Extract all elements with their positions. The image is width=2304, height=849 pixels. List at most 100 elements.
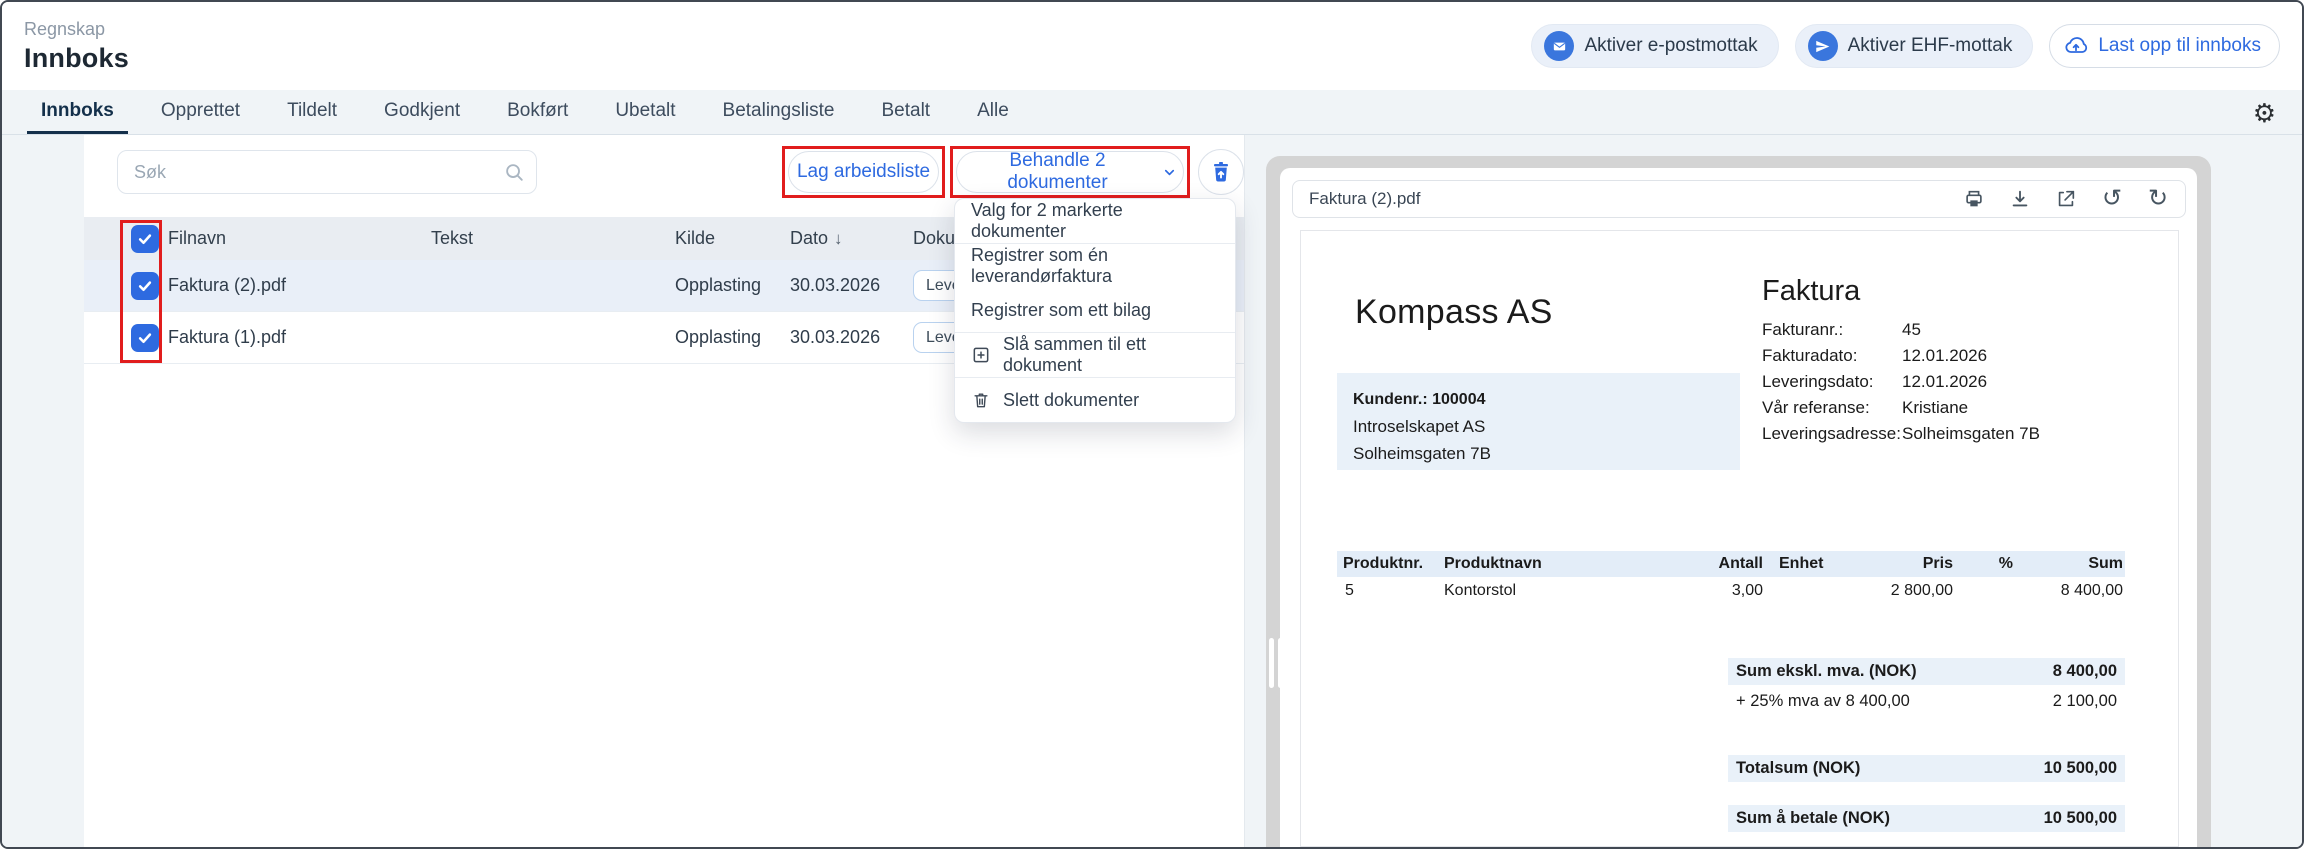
tab-bokfort[interactable]: Bokført — [493, 90, 582, 134]
menu-item-merge-documents[interactable]: Slå sammen til ett dokument — [955, 333, 1235, 377]
row-kilde: Opplasting — [675, 275, 790, 296]
app-window: Regnskap Innboks Aktiver e-postmottak Ak… — [0, 0, 2304, 849]
field-value: Solheimsgaten 7B — [1902, 424, 2040, 443]
process-documents-button[interactable]: Behandle 2 dokumenter — [956, 151, 1184, 193]
amount-due-row: Sum å betale (NOK) 10 500,00 — [1728, 805, 2125, 832]
select-all-checkbox[interactable] — [131, 225, 159, 253]
upload-to-inbox-button[interactable]: Last opp til innboks — [2049, 24, 2280, 68]
col-produktnavn: Produktnavn — [1442, 555, 1665, 573]
field-value: Kristiane — [1902, 398, 1968, 417]
send-icon — [1808, 31, 1838, 61]
invoice-field: Fakturadato:12.01.2026 — [1762, 343, 2040, 369]
tab-bar: Innboks Opprettet Tildelt Godkjent Bokfø… — [2, 90, 2302, 135]
rotate-right-icon[interactable]: ↻ — [2147, 188, 2169, 210]
total-sum-row: Totalsum (NOK) 10 500,00 — [1728, 755, 2125, 782]
breadcrumb: Regnskap — [24, 19, 129, 40]
process-documents-label: Behandle 2 dokumenter — [963, 150, 1152, 194]
item-sum: 8 400,00 — [2015, 582, 2125, 600]
tab-godkjent[interactable]: Godkjent — [370, 90, 474, 134]
invoice-field: Fakturanr.:45 — [1762, 317, 2040, 343]
col-header-dato-label: Dato — [790, 228, 828, 249]
row-checkbox[interactable] — [131, 272, 159, 300]
process-documents-dropdown: Valg for 2 markerte dokumenter Registrer… — [954, 198, 1236, 423]
tab-opprettet[interactable]: Opprettet — [147, 90, 254, 134]
tab-tildelt[interactable]: Tildelt — [273, 90, 351, 134]
tab-innboks[interactable]: Innboks — [27, 90, 128, 134]
activate-ehf-label: Aktiver EHF-mottak — [1848, 35, 2013, 57]
gear-icon[interactable]: ⚙ — [2253, 96, 2276, 130]
activate-ehf-button[interactable]: Aktiver EHF-mottak — [1795, 24, 2034, 68]
row-dato: 30.03.2026 — [790, 275, 913, 296]
vat-value: 2 100,00 — [2053, 692, 2117, 711]
header-actions: Aktiver e-postmottak Aktiver EHF-mottak … — [1531, 24, 2280, 68]
upload-to-inbox-label: Last opp til innboks — [2098, 35, 2261, 57]
pdf-preview-container: Faktura (2).pdf ↺ ↻ — [1266, 156, 2211, 847]
row-dato: 30.03.2026 — [790, 327, 913, 348]
col-pris: Pris — [1855, 555, 1955, 573]
field-label: Leveringsdato: — [1762, 369, 1902, 395]
col-header-dato[interactable]: Dato ↓ — [790, 228, 913, 249]
tab-ubetalt[interactable]: Ubetalt — [601, 90, 689, 134]
download-icon[interactable] — [2009, 188, 2031, 210]
pdf-file-name: Faktura (2).pdf — [1309, 189, 1421, 209]
menu-item-register-invoice[interactable]: Registrer som én leverandørfaktura — [955, 244, 1235, 288]
print-icon[interactable] — [1963, 188, 1985, 210]
invoice-company-name: Kompass AS — [1355, 293, 1553, 332]
invoice-field: Vår referanse:Kristiane — [1762, 395, 2040, 421]
invoice-items-header: Produktnr. Produktnavn Antall Enhet Pris… — [1337, 551, 2125, 577]
row-checkbox[interactable] — [131, 324, 159, 352]
total-excl-vat-row: Sum ekskl. mva. (NOK) 8 400,00 — [1728, 658, 2125, 685]
activate-email-button[interactable]: Aktiver e-postmottak — [1531, 24, 1778, 68]
row-filename: Faktura (2).pdf — [168, 275, 431, 296]
invoice-field: Leveringsdato:12.01.2026 — [1762, 369, 2040, 395]
vat-row: + 25% mva av 8 400,00 2 100,00 — [1728, 688, 2125, 715]
col-header-filnavn[interactable]: Filnavn — [168, 228, 431, 249]
menu-item-delete-label: Slett dokumenter — [1003, 390, 1139, 411]
envelope-icon — [1544, 31, 1574, 61]
pdf-file-bar: Faktura (2).pdf ↺ ↻ — [1292, 180, 2186, 218]
total-sum-value: 10 500,00 — [2044, 759, 2117, 778]
rotate-left-icon[interactable]: ↺ — [2101, 188, 2123, 210]
sort-desc-icon: ↓ — [834, 229, 843, 249]
app-header: Regnskap Innboks Aktiver e-postmottak Ak… — [2, 2, 2302, 90]
row-kilde: Opplasting — [675, 327, 790, 348]
col-header-kilde[interactable]: Kilde — [675, 228, 790, 249]
header-checkbox-cell — [84, 225, 168, 253]
restore-trash-button[interactable] — [1198, 149, 1244, 195]
search-wrap — [117, 150, 537, 194]
item-produktnr: 5 — [1337, 582, 1442, 600]
item-produktnavn: Kontorstol — [1442, 582, 1665, 600]
merge-documents-icon — [971, 345, 991, 365]
menu-item-delete-documents[interactable]: Slett dokumenter — [955, 378, 1235, 422]
col-sum: Sum — [2015, 555, 2125, 573]
amount-due-value: 10 500,00 — [2044, 809, 2117, 828]
customer-name: Introselskapet AS — [1353, 413, 1724, 440]
invoice-customer-box: Kundenr.: 100004 Introselskapet AS Solhe… — [1337, 373, 1740, 470]
invoice-item-row: 5 Kontorstol 3,00 2 800,00 8 400,00 — [1337, 577, 2125, 605]
col-percent: % — [1955, 555, 2015, 573]
menu-group-label: Valg for 2 markerte dokumenter — [955, 199, 1235, 243]
col-header-tekst[interactable]: Tekst — [431, 228, 675, 249]
open-in-new-icon[interactable] — [2055, 188, 2077, 210]
menu-item-merge-label: Slå sammen til ett dokument — [1003, 334, 1219, 376]
row-filename: Faktura (1).pdf — [168, 327, 431, 348]
field-value: 45 — [1902, 320, 1921, 339]
chevron-down-icon — [1162, 165, 1177, 180]
tab-betalingsliste[interactable]: Betalingsliste — [709, 90, 849, 134]
menu-item-register-voucher[interactable]: Registrer som ett bilag — [955, 288, 1235, 332]
create-worklist-button[interactable]: Lag arbeidsliste — [788, 151, 939, 193]
trash-icon — [971, 390, 991, 410]
row-checkbox-cell — [84, 324, 168, 352]
tab-alle[interactable]: Alle — [963, 90, 1023, 134]
create-worklist-label: Lag arbeidsliste — [797, 161, 930, 183]
tab-betalt[interactable]: Betalt — [867, 90, 944, 134]
pdf-preview-panel: Faktura (2).pdf ↺ ↻ — [1280, 168, 2197, 847]
amount-due-label: Sum å betale (NOK) — [1736, 809, 1890, 828]
search-input[interactable] — [117, 150, 537, 194]
page-title: Innboks — [24, 43, 129, 74]
invoice-field: Leveringsadresse:Solheimsgaten 7B — [1762, 421, 2040, 447]
vat-label: + 25% mva av 8 400,00 — [1736, 692, 1910, 711]
row-checkbox-cell — [84, 272, 168, 300]
customer-number: Kundenr.: 100004 — [1353, 386, 1724, 413]
search-icon — [503, 161, 525, 183]
